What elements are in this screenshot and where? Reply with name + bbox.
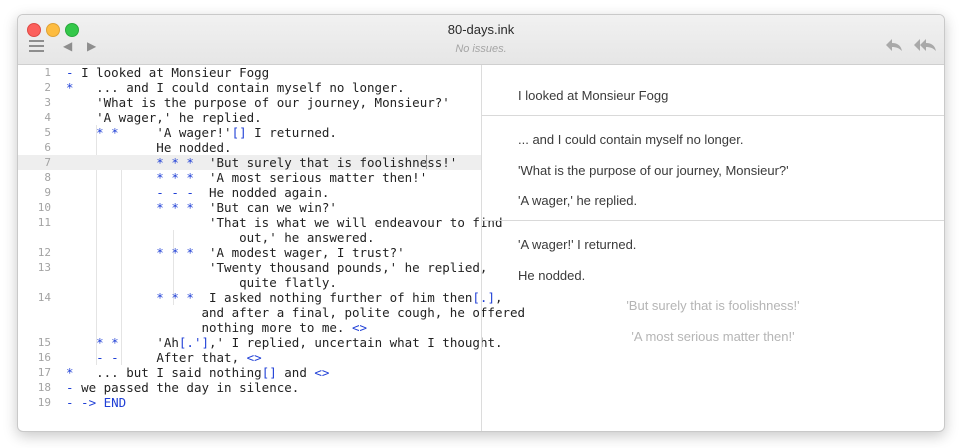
editor-line[interactable]: 17 * ... but I said nothing[] and <> <box>18 365 481 380</box>
editor-line[interactable]: 3 'What is the purpose of our journey, M… <box>18 95 481 110</box>
editor-line-active[interactable]: 7 * * * 'But surely that is foolishness!… <box>18 155 481 170</box>
editor-line[interactable]: 11 'That is what we will endeavour to fi… <box>18 215 503 230</box>
window-title: 80-days.ink <box>447 22 515 37</box>
story-player: I looked at Monsieur Fogg ... and I coul… <box>482 65 944 431</box>
editor-line[interactable]: 13 'Twenty thousand pounds,' he replied, <box>18 260 488 275</box>
editor-line[interactable]: 12 * * * 'A modest wager, I trust?' <box>18 245 481 260</box>
forward-arrow-icon[interactable]: ▶ <box>87 39 96 53</box>
story-paragraph: I looked at Monsieur Fogg <box>518 88 669 103</box>
story-paragraph: 'A wager!' I returned. <box>518 237 637 252</box>
ink-editor[interactable]: 1- I looked at Monsieur Fogg 2 * ... and … <box>18 65 525 431</box>
text-cursor <box>426 155 427 169</box>
editor-line[interactable]: and after a final, polite cough, he offe… <box>18 305 525 320</box>
editor-line[interactable]: 1- I looked at Monsieur Fogg <box>18 65 481 80</box>
editor-line[interactable]: 4 'A wager,' he replied. <box>18 110 481 125</box>
story-paragraph: ... and I could contain myself no longer… <box>518 132 744 147</box>
editor-line[interactable]: nothing more to me. <> <box>18 320 481 335</box>
story-paragraph: 'A wager,' he replied. <box>518 193 638 208</box>
editor-line[interactable]: 8 * * * 'A most serious matter then!' <box>18 170 481 185</box>
editor-line[interactable]: out,' he answered. <box>18 230 481 245</box>
turn-separator <box>482 115 944 116</box>
editor-line[interactable]: 18- we passed the day in silence. <box>18 380 481 395</box>
menu-icon[interactable] <box>29 40 44 52</box>
story-paragraph: He nodded. <box>518 268 586 283</box>
story-paragraph: 'What is the purpose of our journey, Mon… <box>518 163 789 178</box>
editor-line[interactable]: 14 * * * I asked nothing further of him … <box>18 290 503 305</box>
choice-option[interactable]: 'But surely that is foolishness!' <box>482 298 944 313</box>
issues-status[interactable]: No issues. <box>18 43 944 55</box>
rewind-all-icon[interactable] <box>914 37 938 54</box>
editor-line[interactable]: 6 He nodded. <box>18 140 481 155</box>
app-window: 80-days.ink No issues. ◀ ▶ 1- I looked a… <box>17 14 945 432</box>
editor-line[interactable]: 15 * * 'Ah[.'],' I replied, uncertain wh… <box>18 335 503 350</box>
choice-option[interactable]: 'A most serious matter then!' <box>482 329 944 344</box>
editor-line[interactable]: 16 - - After that, <> <box>18 350 481 365</box>
rewind-icon[interactable] <box>884 37 904 54</box>
editor-line[interactable]: 2 * ... and I could contain myself no lon… <box>18 80 481 95</box>
editor-line[interactable]: 19- -> END <box>18 395 481 410</box>
turn-separator <box>482 220 944 221</box>
editor-line[interactable]: 10 * * * 'But can we win?' <box>18 200 481 215</box>
editor-line[interactable]: 5 * * 'A wager!'[] I returned. <box>18 125 481 140</box>
title-bar: 80-days.ink No issues. ◀ ▶ <box>18 15 944 65</box>
back-arrow-icon[interactable]: ◀ <box>63 39 72 53</box>
editor-line[interactable]: quite flatly. <box>18 275 481 290</box>
editor-line[interactable]: 9 - - - He nodded again. <box>18 185 481 200</box>
